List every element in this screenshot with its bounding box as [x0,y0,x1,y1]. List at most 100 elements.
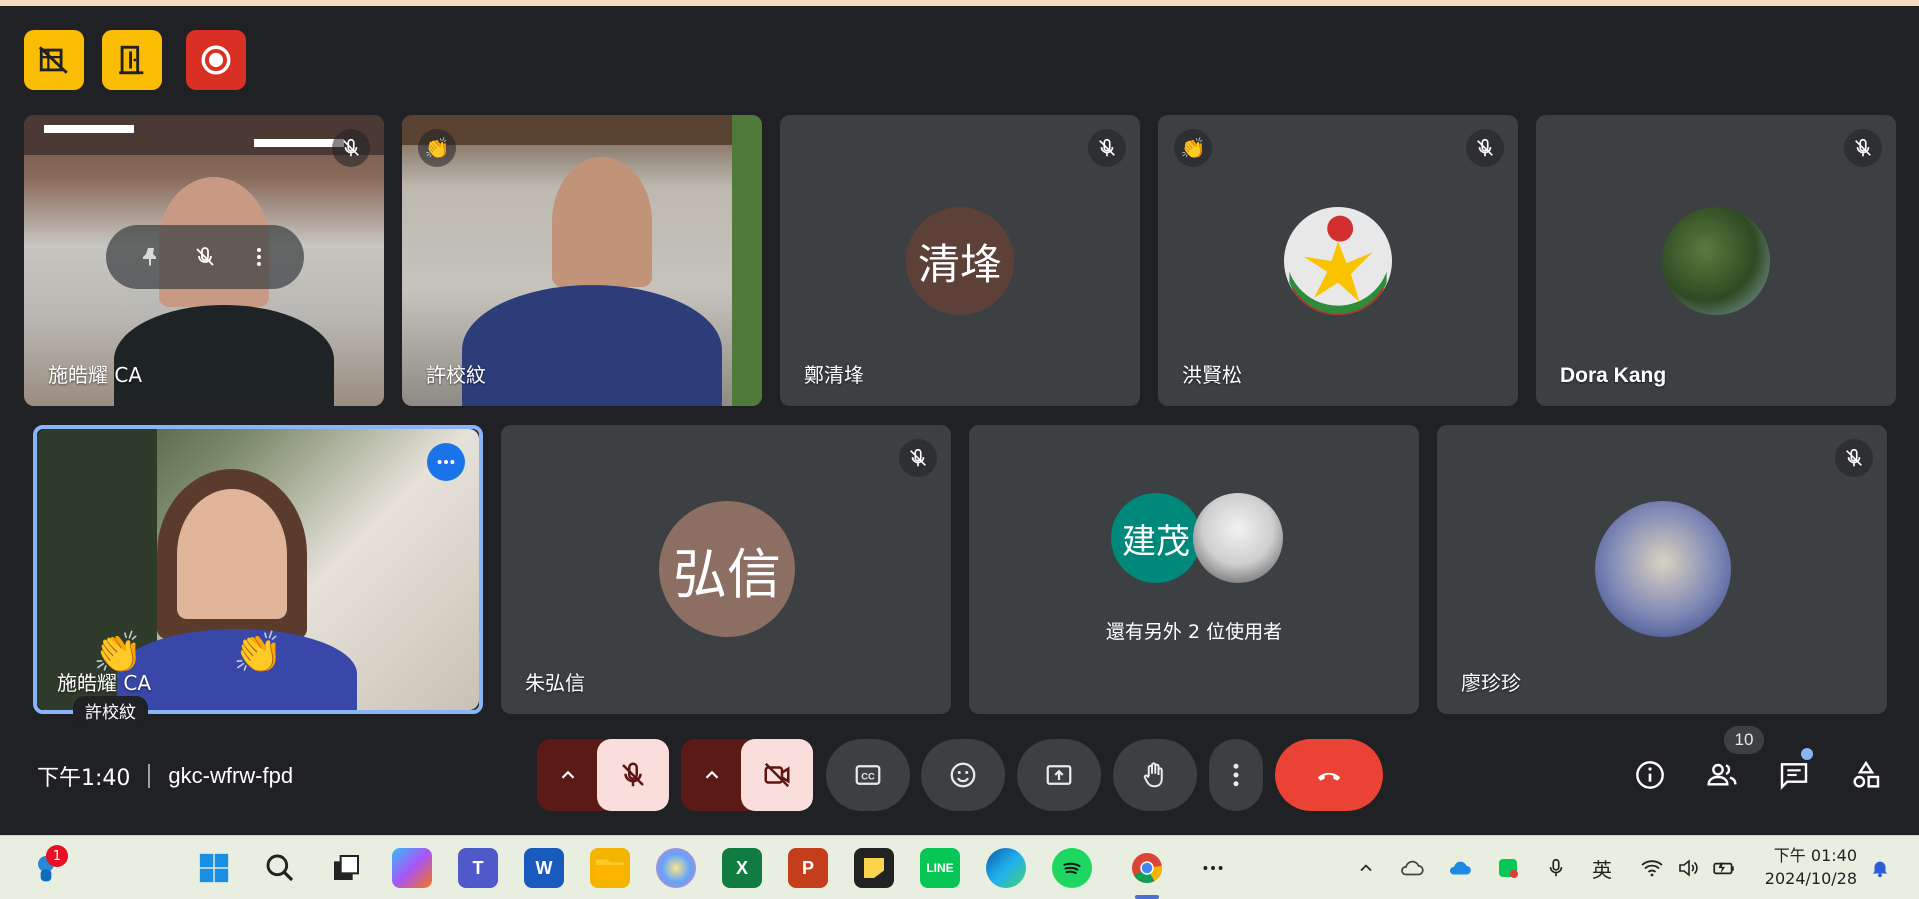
closed-captions-icon: CC [855,765,881,785]
others-count-text: 還有另外 2 位使用者 [1105,621,1283,643]
captions-button[interactable]: CC [826,739,910,811]
more-apps-icon[interactable] [1193,848,1233,888]
breakout-rooms-button[interactable] [102,30,162,90]
raise-hand-button[interactable] [1113,739,1197,811]
task-view-icon[interactable] [326,848,366,888]
chat-button[interactable] [1774,755,1814,795]
participant-name: 施皓耀 CA [48,363,143,387]
reactions-button[interactable] [921,739,1005,811]
more-options-button[interactable] [1209,739,1263,811]
door-exit-icon [119,45,144,75]
participants-count-badge: 10 [1724,726,1764,754]
mic-off-icon [910,448,926,467]
onedrive-business-icon[interactable] [1444,852,1476,884]
participant-name: 施皓耀 CA [57,671,152,695]
excel-icon[interactable]: X [722,848,762,888]
participant-tile[interactable]: 👏 許校紋 [402,115,762,406]
participant-tile[interactable]: Dora Kang [1536,115,1896,406]
pin-icon[interactable] [139,245,163,269]
input-method-indicator[interactable]: 英 [1586,852,1618,884]
more-vert-icon[interactable] [247,245,271,269]
divider [148,764,151,788]
person-shirt [114,305,334,406]
window-top-border [0,0,1919,6]
svg-text:CC: CC [861,771,875,781]
participant-avatar [1284,207,1392,315]
people-button[interactable] [1702,755,1742,795]
participant-tile[interactable]: 弘信 朱弘信 [501,425,951,714]
participant-tile[interactable]: 清埄 鄭清埄 [780,115,1140,406]
line-icon[interactable]: LINE [920,848,960,888]
present-screen-button[interactable] [1017,739,1101,811]
paint-icon[interactable] [656,848,696,888]
participant-name: 許校紋 [426,363,486,387]
participant-name: 洪賢松 [1182,363,1242,387]
chrome-icon[interactable] [1127,848,1167,888]
recording-button[interactable] [186,30,246,90]
volume-icon[interactable] [1672,852,1704,884]
word-icon[interactable]: W [524,848,564,888]
ceiling [402,115,762,145]
microphone-icon[interactable] [1540,852,1572,884]
participant-avatar: 清埄 [906,207,1014,315]
participant-avatar: 建茂 [1111,493,1201,583]
wifi-icon[interactable] [1636,852,1668,884]
teams-icon[interactable]: T [458,848,498,888]
participant-avatar [1662,207,1770,315]
tile-hover-controls [106,225,304,289]
camera-toggle-button[interactable] [741,739,813,811]
window-plants [732,115,762,406]
show-hidden-icons-chevron-icon[interactable] [1350,852,1382,884]
spotify-icon[interactable] [1052,848,1092,888]
record-icon [201,45,231,75]
participant-name: 朱弘信 [525,671,585,695]
muted-badge [1088,129,1126,167]
people-icon [1707,763,1737,786]
start-icon[interactable] [194,848,234,888]
leave-call-button[interactable] [1275,739,1383,811]
notification-count-badge: 1 [46,845,68,867]
chevron-up-icon [705,770,719,779]
present-screen-icon [1046,765,1072,785]
clap-reaction-badge: 👏 [1174,129,1212,167]
line-tray-icon[interactable] [1492,852,1524,884]
no-video-grid-icon [38,46,68,74]
logo-icon [1289,215,1387,315]
chat-icon [1780,763,1808,790]
participant-tile[interactable]: 👏 洪賢松 [1158,115,1518,406]
onedrive-personal-icon[interactable] [1396,852,1428,884]
self-more-options-button[interactable] [427,443,465,481]
participant-tile[interactable]: 施皓耀 CA [24,115,384,406]
self-view-tile[interactable]: 👏 👏 施皓耀 CA [37,429,479,710]
mic-off-icon [1855,138,1871,157]
participant-tile[interactable]: 廖珍珍 [1437,425,1887,714]
participant-avatar [1595,501,1731,637]
sticky-notes-icon[interactable] [854,848,894,888]
person-shirt [462,285,722,406]
muted-badge [899,439,937,477]
edge-icon[interactable] [986,848,1026,888]
meeting-details-button[interactable] [1630,755,1670,795]
mic-toggle-button[interactable] [597,739,669,811]
ceiling-light [44,125,134,133]
person-head [552,157,652,287]
powerpoint-icon[interactable]: P [788,848,828,888]
others-tile[interactable]: 建茂 還有另外 2 位使用者 [969,425,1419,714]
system-clock[interactable]: 下午 01:40 2024/10/28 [1757,844,1857,890]
search-icon[interactable] [260,848,300,888]
camera-off-icon [764,762,790,788]
chevron-up-icon [561,770,575,779]
shapes-icon [1853,760,1880,788]
activities-button[interactable] [1846,755,1886,795]
more-horiz-icon [437,459,455,465]
mic-off-icon [1846,448,1862,467]
participant-avatar: 弘信 [659,501,795,637]
battery-icon[interactable] [1708,852,1740,884]
video-off-host-button[interactable] [24,30,84,90]
mic-off-icon [343,138,359,157]
copilot-icon[interactable] [392,848,432,888]
muted-badge [332,129,370,167]
notification-bell-icon[interactable] [1864,852,1896,884]
mic-off-icon[interactable] [193,245,217,269]
file-explorer-icon[interactable] [590,848,630,888]
